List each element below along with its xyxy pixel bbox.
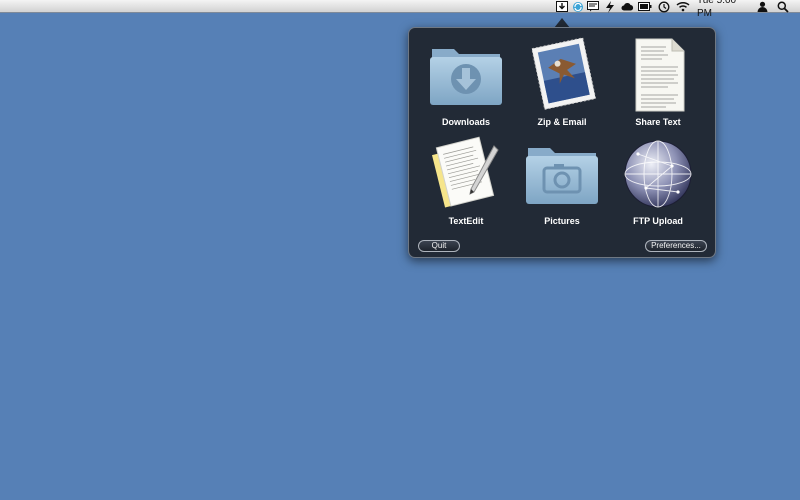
quit-button[interactable]: Quit <box>418 240 460 252</box>
textedit-icon <box>424 136 508 212</box>
wifi-icon[interactable] <box>676 0 690 13</box>
sync-icon[interactable] <box>571 0 585 13</box>
tile-label: Share Text <box>635 117 681 127</box>
network-globe-icon <box>616 136 700 212</box>
mail-stamp-icon <box>520 37 604 113</box>
tile-textedit[interactable]: TextEdit <box>418 132 514 228</box>
tile-label: TextEdit <box>448 216 484 226</box>
tile-label: FTP Upload <box>633 216 683 226</box>
downloads-folder-icon <box>424 37 508 113</box>
message-icon[interactable] <box>586 0 600 13</box>
tile-share-text[interactable]: Share Text <box>610 33 706 129</box>
menu-bar-clock[interactable]: Tue 5:00 PM <box>697 0 750 19</box>
bolt-icon[interactable] <box>603 0 617 13</box>
battery-icon[interactable] <box>638 0 652 13</box>
tile-zip-email[interactable]: Zip & Email <box>514 33 610 129</box>
spotlight-icon[interactable] <box>776 0 790 13</box>
user-icon[interactable] <box>755 0 769 13</box>
download-tray-icon[interactable] <box>555 0 569 13</box>
tile-label: Zip & Email <box>537 117 587 127</box>
tile-ftp-upload[interactable]: FTP Upload <box>610 132 706 228</box>
tile-label: Pictures <box>544 216 580 226</box>
pictures-folder-icon <box>520 136 604 212</box>
tile-downloads[interactable]: Downloads <box>418 33 514 129</box>
tile-label: Downloads <box>441 117 490 127</box>
time-machine-icon[interactable] <box>657 0 671 13</box>
cloud-icon[interactable] <box>620 0 634 13</box>
menu-bar: Tue 5:00 PM <box>0 0 800 19</box>
preferences-button[interactable]: Preferences... <box>645 240 707 252</box>
text-document-icon <box>616 37 700 113</box>
tile-pictures[interactable]: Pictures <box>514 132 610 228</box>
